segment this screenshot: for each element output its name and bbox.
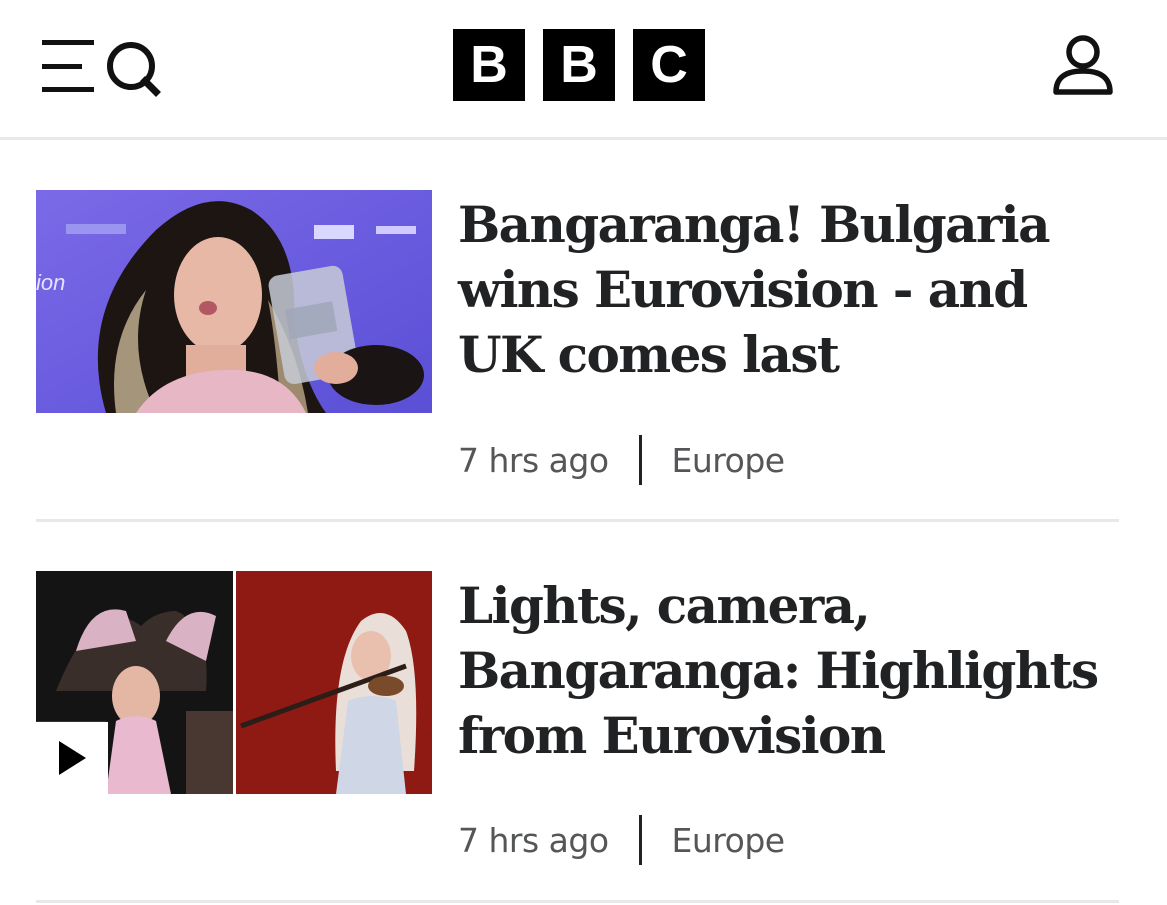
article-timestamp: 7 hrs ago [458, 820, 609, 860]
video-play-button[interactable] [36, 722, 108, 794]
article-headline[interactable]: Lights, camera, Bangaranga: Highlights f… [458, 573, 1099, 768]
bbc-logo[interactable]: B B C [453, 29, 705, 101]
account-icon [1053, 35, 1113, 95]
article-meta: 7 hrs ago Europe [458, 435, 785, 485]
article-thumbnail[interactable]: ion [36, 190, 432, 413]
article-section-link[interactable]: Europe [672, 821, 786, 860]
article-headline[interactable]: Bangaranga! Bulgaria wins Eurovision - a… [458, 192, 1098, 387]
menu-search-icon [42, 40, 161, 97]
article-timestamp: 7 hrs ago [458, 440, 609, 480]
logo-letter-b2: B [543, 29, 615, 101]
article-section-link[interactable]: Europe [672, 441, 786, 480]
svg-text:ion: ion [36, 270, 65, 295]
meta-separator [638, 815, 642, 865]
menu-search-button[interactable] [38, 34, 162, 100]
article-meta: 7 hrs ago Europe [458, 815, 785, 865]
account-button[interactable] [1050, 34, 1116, 100]
article-divider [36, 900, 1119, 903]
logo-letter-c: C [633, 29, 705, 101]
logo-letter-b1: B [453, 29, 525, 101]
article-thumbnail[interactable] [36, 571, 432, 794]
article-divider [36, 519, 1119, 522]
play-icon [59, 741, 86, 775]
article-card[interactable]: Lights, camera, Bangaranga: Highlights f… [36, 571, 1119, 871]
top-header: B B C [0, 0, 1167, 140]
meta-separator [638, 435, 642, 485]
article-card[interactable]: ion Bangaranga! Bulgaria wins Eurovision… [36, 190, 1119, 490]
article-image: ion [36, 190, 432, 413]
